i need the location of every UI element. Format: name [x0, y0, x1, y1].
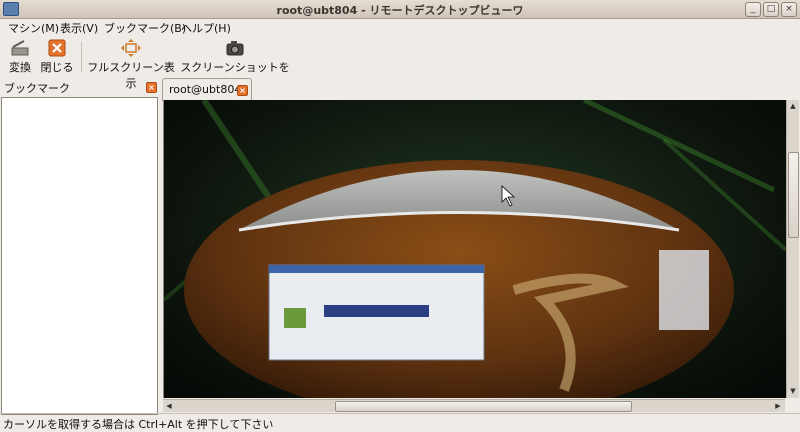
- maximize-button[interactable]: □: [763, 2, 779, 17]
- scroll-right-icon[interactable]: ▶: [773, 401, 783, 411]
- toolbar-separator: [81, 42, 82, 72]
- close-button[interactable]: 閉じる: [40, 39, 74, 75]
- convert-label: 変換: [9, 61, 31, 74]
- menu-help[interactable]: ヘルプ(H): [181, 20, 231, 36]
- bookmark-panel-close-icon[interactable]: ×: [146, 82, 157, 93]
- close-window-button[interactable]: ×: [781, 2, 797, 17]
- toolbar: 変換 閉じる フルスクリーン表示 スクリーンショットを撮る: [0, 36, 800, 90]
- minimize-button[interactable]: _: [745, 2, 761, 17]
- tab-close-icon[interactable]: ×: [237, 85, 248, 96]
- tab-bar: root@ubt804 ×: [162, 78, 800, 101]
- close-label: 閉じる: [40, 61, 74, 74]
- vertical-scroll-thumb[interactable]: [788, 152, 799, 238]
- tab-root-ubt804[interactable]: root@ubt804 ×: [162, 78, 252, 101]
- menu-bar: マシン(M) 表示(V) ブックマーク(B) ヘルプ(H): [0, 18, 800, 36]
- title-bar: root@ubt804 - リモートデスクトップビューワ _ □ ×: [0, 0, 800, 19]
- convert-button[interactable]: 変換: [6, 39, 34, 75]
- menu-bookmark[interactable]: ブックマーク(B): [104, 20, 186, 36]
- scroll-left-icon[interactable]: ◀: [164, 401, 174, 411]
- close-icon: [48, 39, 66, 57]
- scroll-down-icon[interactable]: ▼: [788, 386, 798, 396]
- status-bar: カーソルを取得する場合は Ctrl+Alt を押下して下さい: [0, 413, 800, 431]
- menu-machine[interactable]: マシン(M): [8, 20, 59, 36]
- convert-icon: [11, 40, 29, 56]
- remote-desktop-view[interactable]: [163, 100, 786, 398]
- camera-icon: [226, 41, 244, 56]
- fullscreen-icon: [121, 39, 141, 57]
- bookmark-panel-header: ブックマーク ×: [0, 78, 158, 96]
- bookmark-list[interactable]: [1, 97, 158, 415]
- window-title: root@ubt804 - リモートデスクトップビューワ: [276, 4, 524, 17]
- bookmark-panel-title: ブックマーク: [4, 82, 70, 95]
- menu-view[interactable]: 表示(V): [60, 20, 98, 36]
- scroll-up-icon[interactable]: ▲: [788, 101, 798, 111]
- vertical-scrollbar[interactable]: ▲ ▼: [786, 100, 799, 398]
- tab-label: root@ubt804: [169, 83, 242, 96]
- horizontal-scrollbar[interactable]: ◀ ▶: [163, 399, 785, 412]
- remote-desktop-image: [164, 100, 786, 398]
- horizontal-scroll-thumb[interactable]: [335, 401, 632, 412]
